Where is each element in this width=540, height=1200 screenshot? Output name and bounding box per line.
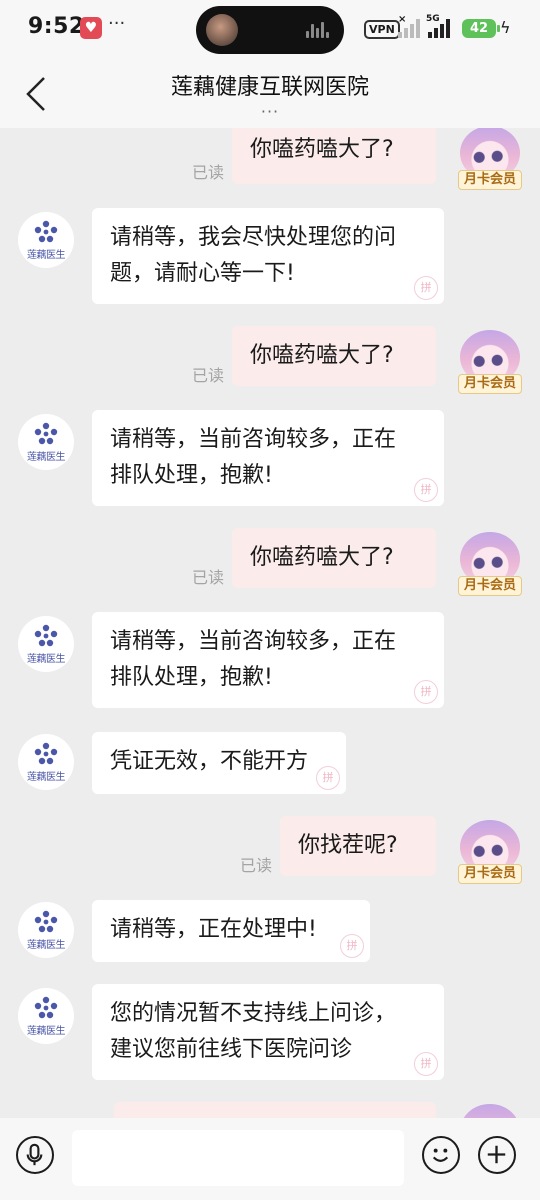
avatar-image	[460, 1104, 520, 1118]
message-input[interactable]	[72, 1130, 404, 1186]
lotus-logo-icon	[34, 910, 58, 933]
plus-icon[interactable]	[478, 1136, 516, 1174]
dynamic-island[interactable]	[196, 6, 344, 54]
message-line: 请稍等，当前咨询较多，正在	[110, 427, 397, 452]
plus-glyph	[487, 1145, 506, 1164]
lotus-logo-icon	[34, 422, 58, 445]
message-bubble[interactable]: 您的情况暂不支持线上问诊， 建议您前往线下医院问诊 拼	[92, 984, 444, 1080]
doctor-avatar[interactable]: 莲藕医生	[18, 734, 74, 790]
doctor-avatar-label: 莲藕医生	[27, 452, 66, 463]
read-receipt: 已读	[192, 568, 225, 587]
lotus-logo-icon	[34, 742, 58, 765]
read-receipt: 已读	[192, 163, 225, 182]
signal-2-icon	[428, 18, 452, 38]
charging-icon: ϟ	[500, 18, 511, 37]
status-time: 9:52	[28, 14, 85, 39]
input-bar	[0, 1118, 540, 1200]
chat-list[interactable]: 已读 你嗑药嗑大了? 月卡会员 莲藕医生 请稍等，我会尽快处理您的问 题，请耐心…	[0, 128, 540, 1118]
message-bubble[interactable]: 你嗑药嗑大了?	[232, 326, 436, 386]
doctor-avatar-label: 莲藕医生	[27, 1026, 66, 1037]
monthly-member-badge: 月卡会员	[458, 576, 522, 596]
watermark-icon: 拼	[414, 1052, 438, 1076]
user-avatar[interactable]	[458, 1104, 522, 1118]
lotus-logo-icon	[34, 220, 58, 243]
user-avatar[interactable]: 月卡会员	[458, 128, 522, 190]
media-thumbnail-icon	[206, 14, 238, 46]
message-bubble[interactable]: 请稍等，当前咨询较多，正在 排队处理，抱歉! 拼	[92, 612, 444, 708]
emoji-glyph	[432, 1148, 449, 1162]
watermark-icon: 拼	[414, 680, 438, 704]
doctor-avatar-label: 莲藕医生	[27, 654, 66, 665]
message-line: 建议您前往线下医院问诊	[110, 1037, 353, 1062]
read-receipt: 已读	[192, 366, 225, 385]
doctor-avatar-label: 莲藕医生	[27, 772, 66, 783]
notification-app-icon: ♥	[80, 17, 102, 39]
navigation-bar: 莲藕健康互联网医院 ···	[0, 60, 540, 128]
doctor-avatar-label: 莲藕医生	[27, 250, 66, 261]
message-bubble[interactable]: 请稍等，我会尽快处理您的问 题，请耐心等一下! 拼	[92, 208, 444, 304]
message-bubble[interactable]: 你嗑药嗑大了?	[232, 528, 436, 588]
doctor-avatar-label: 莲藕医生	[27, 940, 66, 951]
message-line: 排队处理，抱歉!	[110, 665, 273, 690]
doctor-avatar[interactable]: 莲藕医生	[18, 902, 74, 958]
message-bubble[interactable]: 你嗑药嗑大了?	[232, 128, 436, 184]
message-line: 您的情况暂不支持线上问诊，	[110, 1001, 397, 1026]
watermark-icon: 拼	[340, 934, 364, 958]
lotus-logo-icon	[34, 996, 58, 1019]
microphone-glyph	[26, 1143, 43, 1166]
user-avatar[interactable]: 月卡会员	[458, 820, 522, 884]
signal-1-icon	[398, 18, 422, 38]
monthly-member-badge: 月卡会员	[458, 864, 522, 884]
lotus-logo-icon	[34, 624, 58, 647]
message-bubble[interactable]: 请稍等，正在处理中! 拼	[92, 900, 370, 962]
message-bubble[interactable]	[114, 1102, 436, 1118]
doctor-avatar[interactable]: 莲藕医生	[18, 212, 74, 268]
more-notifications-icon: ···	[108, 13, 126, 34]
message-line: 凭证无效，不能开方	[110, 749, 309, 774]
microphone-icon[interactable]	[16, 1136, 54, 1174]
read-receipt: 已读	[240, 856, 273, 875]
monthly-member-badge: 月卡会员	[458, 374, 522, 394]
watermark-icon: 拼	[414, 478, 438, 502]
watermark-icon: 拼	[414, 276, 438, 300]
doctor-avatar[interactable]: 莲藕医生	[18, 616, 74, 672]
message-bubble[interactable]: 请稍等，当前咨询较多，正在 排队处理，抱歉! 拼	[92, 410, 444, 506]
doctor-avatar[interactable]: 莲藕医生	[18, 414, 74, 470]
message-line: 请稍等，正在处理中!	[110, 917, 317, 942]
vpn-badge: VPN	[364, 20, 400, 39]
monthly-member-badge: 月卡会员	[458, 170, 522, 190]
user-avatar[interactable]: 月卡会员	[458, 532, 522, 596]
doctor-avatar[interactable]: 莲藕医生	[18, 988, 74, 1044]
message-line: 请稍等，我会尽快处理您的问	[110, 225, 397, 250]
battery-icon: 42	[462, 19, 500, 38]
message-line: 排队处理，抱歉!	[110, 463, 273, 488]
emoji-icon[interactable]	[422, 1136, 460, 1174]
watermark-icon: 拼	[316, 766, 340, 790]
user-avatar[interactable]: 月卡会员	[458, 330, 522, 394]
more-options-icon[interactable]: ···	[0, 102, 540, 121]
message-line: 题，请耐心等一下!	[110, 261, 295, 286]
message-bubble[interactable]: 凭证无效，不能开方 拼	[92, 732, 346, 794]
message-line: 请稍等，当前咨询较多，正在	[110, 629, 397, 654]
page-title: 莲藕健康互联网医院	[170, 75, 369, 100]
audio-wave-icon	[306, 22, 330, 38]
status-bar: 9:52 ♥ ··· VPN × 5G 42 ϟ	[0, 0, 540, 60]
message-bubble[interactable]: 你找茬呢?	[280, 816, 436, 876]
